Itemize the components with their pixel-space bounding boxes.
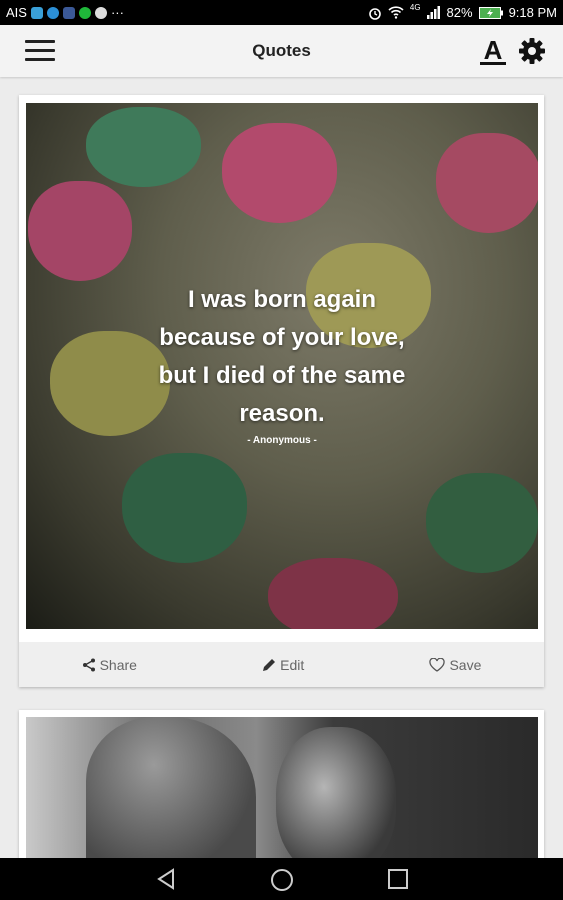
- heart-outline-icon: [429, 657, 446, 672]
- share-label: Share: [99, 656, 137, 673]
- pencil-icon: [263, 658, 276, 671]
- font-style-glyph: A: [483, 35, 503, 65]
- edit-label: Edit: [280, 656, 305, 673]
- quote-line: but I died of the same: [158, 362, 406, 389]
- clock: 9:18 PM: [508, 5, 557, 20]
- more-notifications-icon: ···: [110, 5, 124, 20]
- candy-heart: [222, 123, 337, 223]
- edit-button[interactable]: Edit: [262, 657, 304, 673]
- quote-image[interactable]: I was born again because of your love, b…: [26, 103, 538, 629]
- message-notification-icon: [30, 6, 43, 19]
- quote-card: [19, 710, 544, 877]
- quote-line: because of your love,: [159, 324, 405, 351]
- card-actions: Share Edit Save: [19, 642, 544, 687]
- font-style-icon[interactable]: A: [478, 35, 508, 67]
- facebook-notification-icon: [62, 6, 75, 19]
- app-notification-icon: [94, 6, 107, 19]
- candy-heart: [122, 453, 247, 563]
- carrier-label: AIS: [6, 5, 27, 20]
- home-icon[interactable]: [270, 868, 294, 892]
- chat-notification-icon: [46, 6, 59, 19]
- alarm-icon: [369, 7, 381, 20]
- quote-line: reason.: [239, 400, 325, 427]
- battery-charging-icon: [478, 6, 503, 19]
- app-toolbar: Quotes A: [0, 25, 563, 77]
- back-icon[interactable]: [155, 868, 177, 890]
- candy-heart: [426, 473, 538, 573]
- system-nav-bar: [0, 858, 563, 900]
- line-notification-icon: [78, 6, 91, 19]
- candy-heart: [86, 107, 201, 187]
- share-icon: [82, 658, 95, 671]
- save-label: Save: [449, 656, 482, 673]
- photo-figure: [86, 717, 256, 877]
- share-button[interactable]: Share: [82, 657, 137, 673]
- wifi-icon: [388, 6, 404, 19]
- status-bar: AIS ··· 4G 82% 9:18 PM: [0, 0, 563, 25]
- battery-percent: 82%: [446, 5, 473, 20]
- quote-image[interactable]: [26, 717, 538, 877]
- photo-figure: [276, 727, 396, 877]
- quote-text: I was born again because of your love, b…: [26, 281, 538, 433]
- quote-card: I was born again because of your love, b…: [19, 95, 544, 687]
- recents-icon[interactable]: [387, 868, 409, 890]
- quote-author: - Anonymous -: [247, 435, 317, 446]
- signal-icon: [426, 6, 440, 19]
- candy-heart: [28, 181, 132, 281]
- gear-icon[interactable]: [517, 36, 547, 66]
- save-button[interactable]: Save: [429, 657, 481, 673]
- quote-line: I was born again: [187, 286, 377, 313]
- candy-heart: [436, 133, 538, 233]
- candy-heart: [268, 558, 398, 629]
- network-type-label: 4G: [409, 3, 421, 12]
